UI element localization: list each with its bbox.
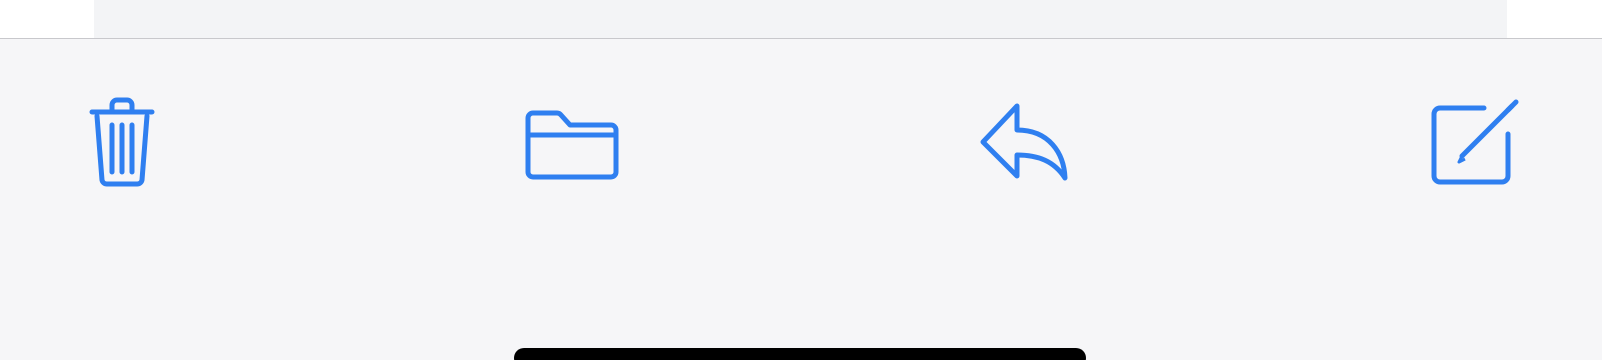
reply-button[interactable]: [967, 84, 1083, 200]
reply-icon: [980, 103, 1068, 181]
mail-screen: [0, 0, 1602, 360]
folder-icon: [525, 110, 619, 180]
trash-button[interactable]: [64, 84, 180, 200]
home-indicator[interactable]: [514, 348, 1086, 360]
compose-button[interactable]: [1416, 84, 1532, 200]
compose-icon: [1431, 99, 1519, 185]
trash-icon: [89, 97, 155, 187]
message-preview-card[interactable]: [94, 0, 1507, 38]
message-list-area: [0, 0, 1602, 38]
bottom-toolbar: [0, 39, 1602, 360]
move-to-folder-button[interactable]: [514, 84, 630, 200]
